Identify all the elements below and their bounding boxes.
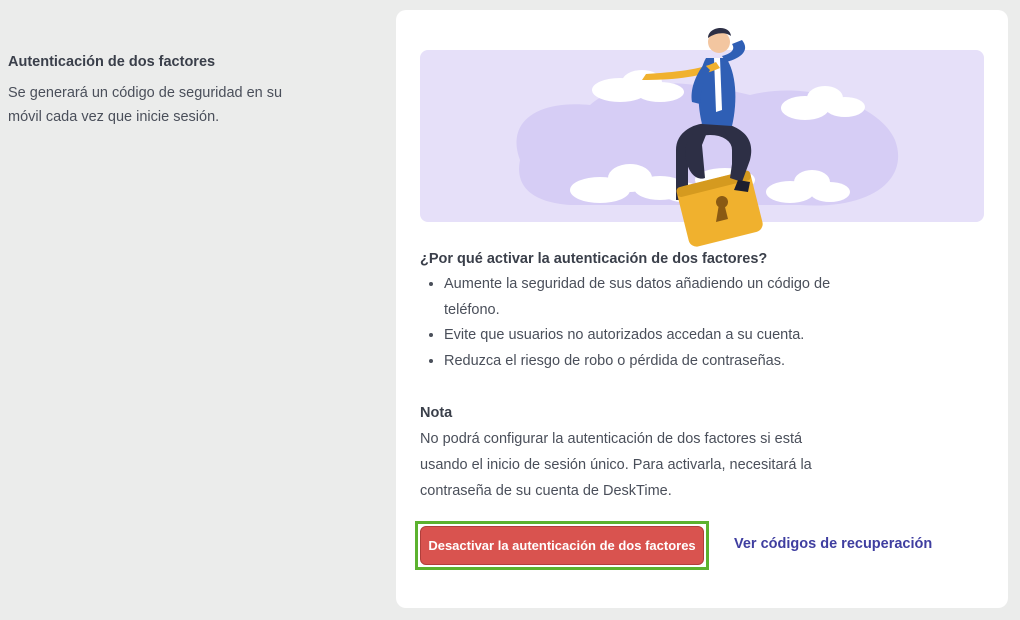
benefits-list: Aumente la seguridad de sus datos añadie… bbox=[420, 272, 840, 374]
section-title: Autenticación de dos factores bbox=[8, 54, 216, 70]
benefits-section: ¿Por qué activar la autenticación de dos… bbox=[420, 248, 840, 374]
benefit-item: Evite que usuarios no autorizados acceda… bbox=[444, 323, 840, 349]
section-description: Se generará un código de seguridad en su… bbox=[8, 85, 283, 125]
note-title: Nota bbox=[420, 405, 453, 421]
view-recovery-codes-link[interactable]: Ver códigos de recuperación bbox=[734, 536, 932, 552]
note-text: No podrá configurar la autenticación de … bbox=[420, 431, 812, 499]
deactivate-button-highlight: Desactivar la autenticación de dos facto… bbox=[415, 521, 709, 570]
benefit-item: Aumente la seguridad de sus datos añadie… bbox=[444, 272, 840, 323]
man-on-padlock-illustration bbox=[516, 27, 899, 247]
two-factor-card: ¿Por qué activar la autenticación de dos… bbox=[396, 10, 1008, 608]
benefits-title: ¿Por qué activar la autenticación de dos… bbox=[420, 251, 768, 267]
deactivate-2fa-button[interactable]: Desactivar la autenticación de dos facto… bbox=[420, 526, 704, 565]
benefit-item: Reduzca el riesgo de robo o pérdida de c… bbox=[444, 349, 840, 375]
security-illustration bbox=[420, 10, 984, 260]
settings-section-description: Autenticación de dos factores Se generar… bbox=[8, 52, 308, 129]
